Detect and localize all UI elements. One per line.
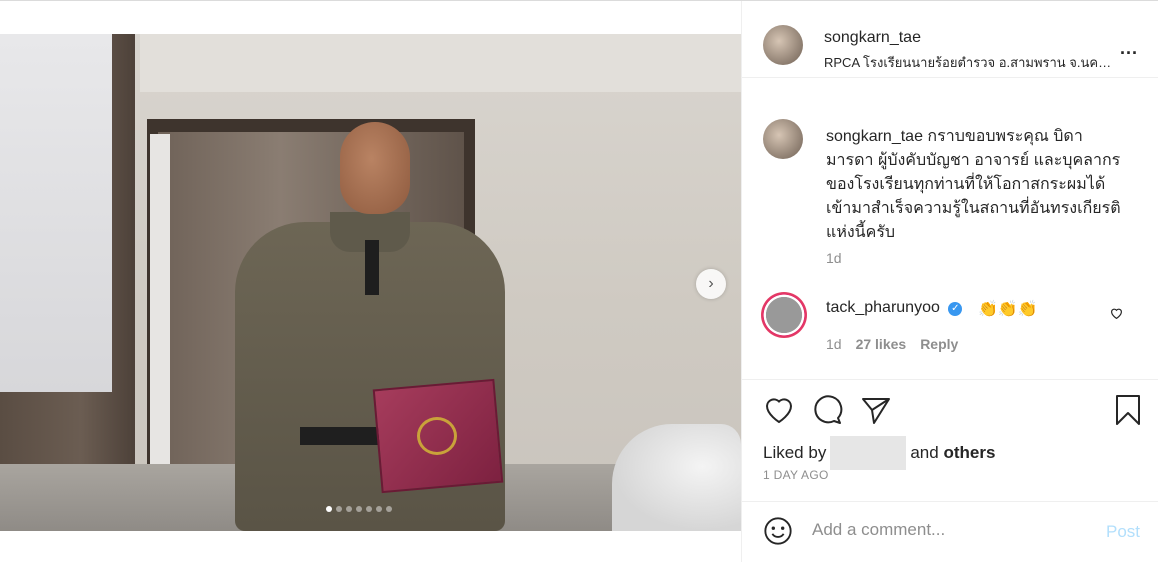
add-comment-section: Post [742, 501, 1158, 562]
carousel-indicators [326, 506, 392, 512]
comment-meta: 1d 27 likes Reply [826, 336, 958, 352]
caption-avatar[interactable] [763, 119, 803, 159]
comment-row: tack_pharunyoo ✓ [826, 299, 963, 317]
post-media: › [0, 1, 741, 562]
liked-others-link[interactable]: others [943, 443, 995, 463]
post-timestamp[interactable]: 1 DAY AGO [763, 468, 829, 482]
comment-likes[interactable]: 27 likes [856, 336, 907, 352]
chevron-right-icon: › [708, 275, 714, 292]
post-sidebar: songkarn_tae RPCA โรงเรียนนายร้อยตำรวจ อ… [741, 1, 1158, 562]
emoji-smile-icon[interactable] [763, 516, 793, 546]
comment-time[interactable]: 1d [826, 336, 842, 352]
carousel-dot [326, 506, 332, 512]
white-chair [612, 424, 741, 531]
carousel-dot [346, 506, 352, 512]
comment-bubble-icon[interactable] [811, 394, 843, 426]
ceiling [140, 34, 741, 92]
post-photo[interactable] [0, 34, 741, 531]
carousel-dot [336, 506, 342, 512]
reply-button[interactable]: Reply [920, 336, 958, 352]
left-panel [0, 34, 112, 392]
carousel-dot [386, 506, 392, 512]
author-username[interactable]: songkarn_tae [824, 29, 921, 47]
redacted-username [830, 436, 907, 470]
post-frame: › songkarn_tae RPCA โรงเรียนนายร้อยตำรวจ… [0, 0, 1158, 562]
post-comment-button[interactable]: Post [1106, 522, 1140, 542]
comment-username[interactable]: tack_pharunyoo [826, 299, 940, 316]
heart-outline-icon [1111, 308, 1122, 320]
carousel-dot [376, 506, 382, 512]
action-bar: Liked by and others 1 DAY AGO [742, 379, 1158, 491]
add-comment-input[interactable] [812, 520, 1082, 540]
more-options-icon[interactable]: ... [1120, 38, 1138, 59]
liked-by-label: Liked by [763, 443, 827, 462]
liked-and-label: and [910, 443, 939, 462]
verified-badge-icon: ✓ [948, 302, 963, 316]
crest-emblem [417, 417, 457, 455]
carousel-dot [366, 506, 372, 512]
comment-text: 👏👏👏 [978, 301, 1038, 318]
like-heart-icon[interactable] [763, 394, 795, 426]
door-glass [150, 134, 170, 494]
next-slide-button[interactable]: › [696, 269, 726, 299]
like-comment-button[interactable] [1110, 307, 1123, 322]
comment-avatar[interactable] [761, 292, 807, 338]
caption-username[interactable]: songkarn_tae [826, 128, 923, 145]
liked-by-line: Liked by and others [763, 436, 995, 470]
avatar[interactable] [763, 25, 803, 65]
carousel-dot [356, 506, 362, 512]
caption-time[interactable]: 1d [826, 250, 842, 266]
bookmark-icon[interactable] [1112, 394, 1144, 426]
post-caption: songkarn_tae กราบขอบพระคุณ บิดา มารดา ผู… [826, 125, 1126, 245]
share-plane-icon[interactable] [860, 394, 892, 426]
head [340, 122, 410, 214]
tie [365, 240, 379, 295]
post-location[interactable]: RPCA โรงเรียนนายร้อยตำรวจ อ.สามพราน จ.นค… [824, 52, 1114, 73]
post-header: songkarn_tae RPCA โรงเรียนนายร้อยตำรวจ อ… [742, 1, 1158, 78]
